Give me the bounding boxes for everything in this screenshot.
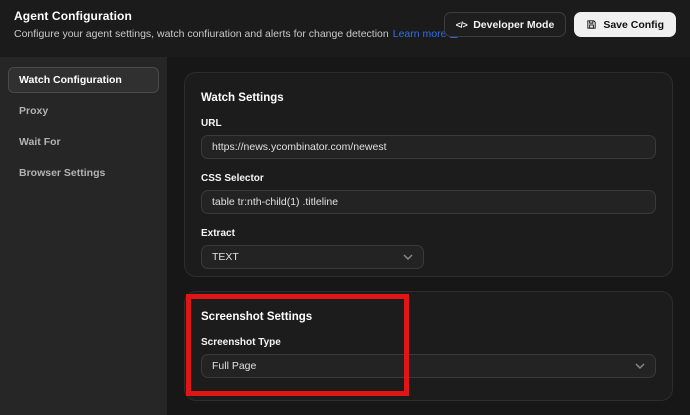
screenshot-settings-card: Screenshot Settings Screenshot Type Full… <box>184 291 673 401</box>
chevron-down-icon <box>635 363 645 369</box>
url-label: URL <box>201 118 656 129</box>
extract-field-group: Extract TEXT <box>185 228 672 269</box>
screenshot-type-select[interactable]: Full Page <box>201 354 656 378</box>
extract-select[interactable]: TEXT <box>201 245 424 269</box>
page-subtitle: Configure your agent settings, watch con… <box>14 28 459 40</box>
sidebar-item-wait-for[interactable]: Wait For <box>8 129 159 155</box>
main-content: Watch Settings URL https://news.ycombina… <box>167 57 690 415</box>
screenshot-settings-heading: Screenshot Settings <box>185 292 672 323</box>
sidebar-item-label: Watch Configuration <box>19 74 122 86</box>
css-selector-field-group: CSS Selector table tr:nth-child(1) .titl… <box>185 173 672 214</box>
settings-sidebar: Watch Configuration Proxy Wait For Brows… <box>0 57 167 415</box>
url-input[interactable]: https://news.ycombinator.com/newest <box>201 135 656 159</box>
agent-configuration-window: Agent Configuration Configure your agent… <box>0 0 690 415</box>
extract-label: Extract <box>201 228 656 239</box>
css-selector-label: CSS Selector <box>201 173 656 184</box>
css-selector-value: table tr:nth-child(1) .titleline <box>212 196 338 208</box>
developer-mode-label: Developer Mode <box>473 19 554 31</box>
sidebar-item-label: Proxy <box>19 105 48 117</box>
header-bar: Agent Configuration Configure your agent… <box>0 0 690 57</box>
watch-settings-heading: Watch Settings <box>185 73 672 104</box>
save-icon <box>586 19 597 30</box>
code-icon: </> <box>456 20 468 30</box>
screenshot-type-field-group: Screenshot Type Full Page <box>185 337 672 378</box>
sidebar-item-label: Browser Settings <box>19 167 105 179</box>
header-actions: </> Developer Mode Save Config <box>444 12 676 37</box>
extract-value: TEXT <box>212 251 239 263</box>
sidebar-item-watch-configuration[interactable]: Watch Configuration <box>8 67 159 93</box>
chevron-down-icon <box>403 254 413 260</box>
screenshot-type-label: Screenshot Type <box>201 337 656 348</box>
page-subtitle-text: Configure your agent settings, watch con… <box>14 28 389 40</box>
screenshot-type-value: Full Page <box>212 360 256 372</box>
sidebar-item-browser-settings[interactable]: Browser Settings <box>8 160 159 186</box>
developer-mode-button[interactable]: </> Developer Mode <box>444 12 567 37</box>
save-config-button[interactable]: Save Config <box>574 12 676 37</box>
header-text: Agent Configuration Configure your agent… <box>14 9 459 40</box>
learn-more-label: Learn more <box>393 28 447 40</box>
sidebar-item-proxy[interactable]: Proxy <box>8 98 159 124</box>
css-selector-input[interactable]: table tr:nth-child(1) .titleline <box>201 190 656 214</box>
page-title: Agent Configuration <box>14 9 459 23</box>
url-field-group: URL https://news.ycombinator.com/newest <box>185 118 672 159</box>
sidebar-item-label: Wait For <box>19 136 61 148</box>
url-value: https://news.ycombinator.com/newest <box>212 141 387 153</box>
save-config-label: Save Config <box>603 19 664 31</box>
watch-settings-card: Watch Settings URL https://news.ycombina… <box>184 72 673 277</box>
